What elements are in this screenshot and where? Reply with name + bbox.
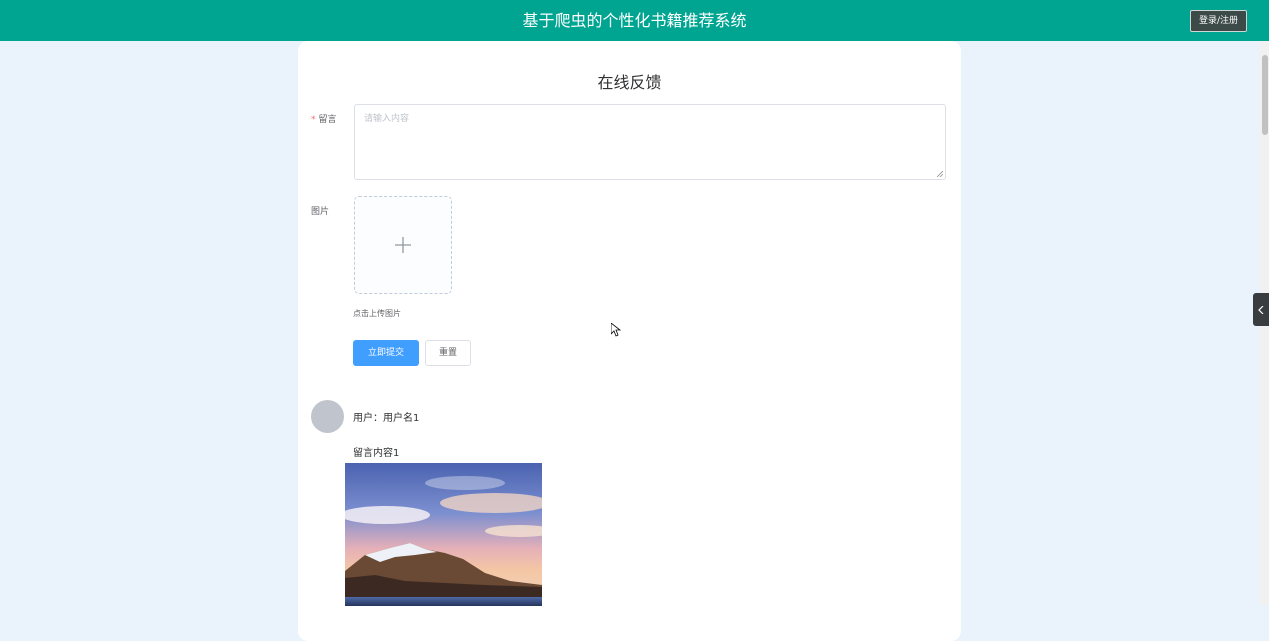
image-label: 图片 xyxy=(311,207,330,217)
message-label: * 留言 xyxy=(311,115,337,125)
plus-icon xyxy=(395,237,411,253)
submit-button[interactable]: 立即提交 xyxy=(353,340,419,366)
top-bar: 基于爬虫的个性化书籍推荐系统 登录/注册 xyxy=(0,0,1269,41)
login-register-button[interactable]: 登录/注册 xyxy=(1189,10,1247,32)
message-placeholder: 请输入内容 xyxy=(364,114,410,124)
upload-tip: 点击上传图片 xyxy=(353,309,401,318)
mountain-lake-photo xyxy=(345,463,542,606)
comment-content: 留言内容1 xyxy=(353,448,400,459)
site-title: 基于爬虫的个性化书籍推荐系统 xyxy=(522,11,747,30)
avatar xyxy=(311,400,344,433)
comment-username: 用户：用户名1 xyxy=(353,413,420,424)
feedback-card: 在线反馈 * 留言 请输入内容 图片 点击上传图片 立即提交 重置 用户：用户名1… xyxy=(298,41,961,641)
message-textarea[interactable]: 请输入内容 xyxy=(354,104,946,180)
side-panel-toggle[interactable] xyxy=(1253,293,1269,326)
image-uploader[interactable] xyxy=(354,196,452,294)
page-title: 在线反馈 xyxy=(597,73,662,92)
required-mark: * xyxy=(311,115,316,125)
comment-image xyxy=(345,463,542,606)
reset-button[interactable]: 重置 xyxy=(425,340,471,366)
mouse-cursor-icon xyxy=(611,323,621,337)
chevron-left-icon xyxy=(1258,305,1264,314)
resize-grip-icon[interactable] xyxy=(937,171,943,177)
scrollbar-thumb[interactable] xyxy=(1262,55,1268,135)
